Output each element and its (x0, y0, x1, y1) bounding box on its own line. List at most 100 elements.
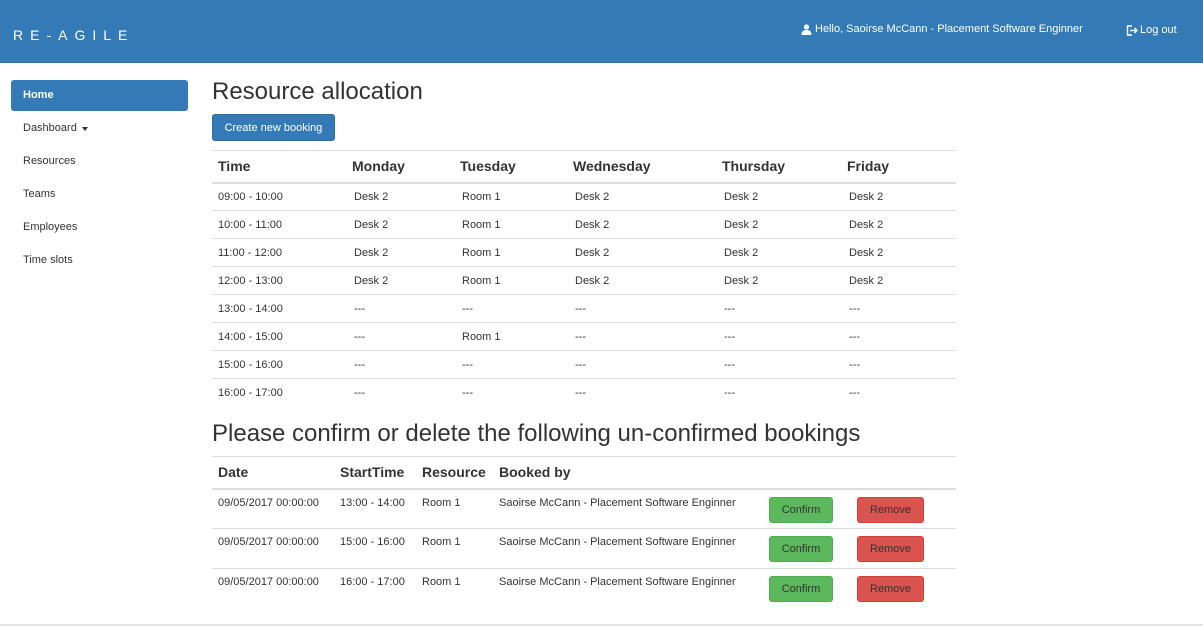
spacer-cell (926, 569, 956, 609)
allocation-cell: Room 1 (462, 190, 501, 203)
allocation-cell: Desk 2 (575, 274, 610, 287)
allocation-cell: Desk 2 (849, 246, 884, 259)
booking-resource-cell: Room 1 (422, 496, 461, 509)
booking-resource-cell: Room 1 (422, 536, 461, 548)
column-header-confirm (763, 457, 851, 489)
column-header-friday: Friday (847, 158, 890, 175)
booking-resource-cell: Room 1 (422, 576, 461, 588)
remove-button[interactable]: Remove (857, 576, 924, 602)
confirm-button[interactable]: Confirm (769, 576, 833, 602)
logout-label: Log out (1140, 24, 1177, 36)
spacer-cell (931, 183, 956, 211)
sidebar-item-label: Resources (23, 155, 76, 167)
sidebar-item-dashboard[interactable]: Dashboard (11, 113, 188, 144)
column-header-start-time: StartTime (340, 464, 405, 481)
booking-booked-by-cell: Saoirse McCann - Placement Software Engi… (499, 576, 736, 588)
allocation-cell: Desk 2 (724, 274, 759, 287)
sidebar-item-label: Teams (23, 188, 56, 200)
allocation-cell: --- (849, 386, 860, 399)
allocation-cell: Desk 2 (354, 218, 389, 231)
sidebar-item-time-slots[interactable]: Time slots (11, 245, 188, 276)
brand-logo[interactable]: RE-AGILE (13, 27, 134, 43)
sidebar-item-teams[interactable]: Teams (11, 179, 188, 210)
spacer-cell (931, 239, 956, 267)
sidebar-item-resources[interactable]: Resources (11, 146, 188, 177)
sidebar-item-home[interactable]: Home (11, 80, 188, 111)
allocation-cell: --- (724, 302, 735, 315)
remove-cell: Remove (851, 489, 926, 529)
table-row: 13:00 - 14:00 --- --- --- --- --- (212, 295, 956, 323)
allocation-cell: --- (462, 386, 473, 399)
sidebar-nav: Home Dashboard Resources Teams Employees… (11, 80, 188, 278)
remove-button[interactable]: Remove (857, 536, 924, 562)
allocation-cell: --- (724, 330, 735, 343)
allocation-cell: Desk 2 (575, 218, 610, 231)
time-slot-cell: 12:00 - 13:00 (218, 274, 283, 287)
column-header-remove (851, 457, 926, 489)
allocation-cell: Desk 2 (354, 274, 389, 287)
spacer-cell (931, 351, 956, 379)
time-slot-cell: 15:00 - 16:00 (218, 358, 283, 371)
confirm-cell: Confirm (763, 569, 851, 609)
confirm-cell: Confirm (763, 529, 851, 569)
spacer-cell (931, 323, 956, 351)
remove-cell: Remove (851, 529, 926, 569)
table-row: 12:00 - 13:00 Desk 2 Room 1 Desk 2 Desk 2 Des… (212, 267, 956, 295)
allocation-cell: Desk 2 (354, 246, 389, 259)
booking-date-cell: 09/05/2017 00:00:00 (218, 536, 319, 548)
logout-icon (1126, 24, 1138, 36)
column-header-monday: Monday (352, 158, 405, 175)
spacer-cell (926, 489, 956, 529)
allocation-cell: Room 1 (462, 330, 501, 343)
column-header-time: Time (218, 158, 251, 175)
booking-time-cell: 13:00 - 14:00 (340, 496, 405, 509)
allocation-cell: Room 1 (462, 274, 501, 287)
allocation-cell: --- (354, 358, 365, 371)
table-row: 11:00 - 12:00 Desk 2 Room 1 Desk 2 Desk 2 Des… (212, 239, 956, 267)
allocation-cell: --- (575, 330, 586, 343)
allocation-cell: Room 1 (462, 246, 501, 259)
allocation-cell: Desk 2 (724, 218, 759, 231)
table-row: 14:00 - 15:00 --- Room 1 --- --- --- (212, 323, 956, 351)
allocation-cell: Desk 2 (575, 190, 610, 203)
remove-button[interactable]: Remove (857, 496, 924, 523)
table-row: 09/05/2017 00:00:00 13:00 - 14:00 Room 1 Sa… (212, 489, 956, 529)
allocation-cell: --- (575, 386, 586, 399)
table-row: 16:00 - 17:00 --- --- --- --- --- (212, 379, 956, 407)
table-row: 15:00 - 16:00 --- --- --- --- --- (212, 351, 956, 379)
sidebar-item-label: Employees (23, 221, 78, 233)
booking-date-cell: 09/05/2017 00:00:00 (218, 496, 319, 509)
caret-down-icon (81, 127, 88, 131)
time-slot-cell: 09:00 - 10:00 (218, 190, 283, 203)
column-header-date: Date (218, 464, 249, 481)
logout-link[interactable]: Log out (1126, 24, 1177, 36)
booking-time-cell: 16:00 - 17:00 (340, 576, 405, 588)
spacer-cell (931, 211, 956, 239)
allocation-cell: Desk 2 (849, 274, 884, 287)
allocation-cell: Room 1 (462, 218, 501, 231)
column-header-tuesday: Tuesday (460, 158, 516, 175)
allocation-cell: Desk 2 (724, 246, 759, 259)
pending-bookings-table: Date StartTime Resource Booked by 09/05/… (212, 456, 956, 609)
allocation-cell: Desk 2 (849, 190, 884, 203)
table-row: 09/05/2017 00:00:00 16:00 - 17:00 Room 1 Sa… (212, 569, 956, 609)
allocation-cell: --- (724, 358, 735, 371)
table-header-row: Time Monday Tuesday Wednesday Thursday F… (212, 150, 956, 183)
create-booking-button[interactable]: Create new booking (212, 114, 335, 141)
allocation-cell: --- (354, 302, 365, 315)
confirm-button[interactable]: Confirm (769, 536, 833, 562)
spacer-cell (931, 267, 956, 295)
allocation-cell: Desk 2 (724, 190, 759, 203)
allocation-cell: Desk 2 (575, 246, 610, 259)
sidebar-item-label: Dashboard (23, 122, 77, 134)
table-header-row: Date StartTime Resource Booked by (212, 456, 956, 489)
allocation-cell: --- (849, 330, 860, 343)
allocation-cell: --- (462, 358, 473, 371)
allocation-cell: Desk 2 (354, 190, 389, 203)
user-icon (801, 23, 812, 35)
user-greeting-link[interactable]: Hello, Saoirse McCann - Placement Softwa… (801, 23, 1083, 35)
sidebar-item-employees[interactable]: Employees (11, 212, 188, 243)
spacer-cell (931, 379, 956, 407)
confirm-button[interactable]: Confirm (769, 496, 833, 523)
booking-booked-by-cell: Saoirse McCann - Placement Software Engi… (499, 536, 736, 548)
